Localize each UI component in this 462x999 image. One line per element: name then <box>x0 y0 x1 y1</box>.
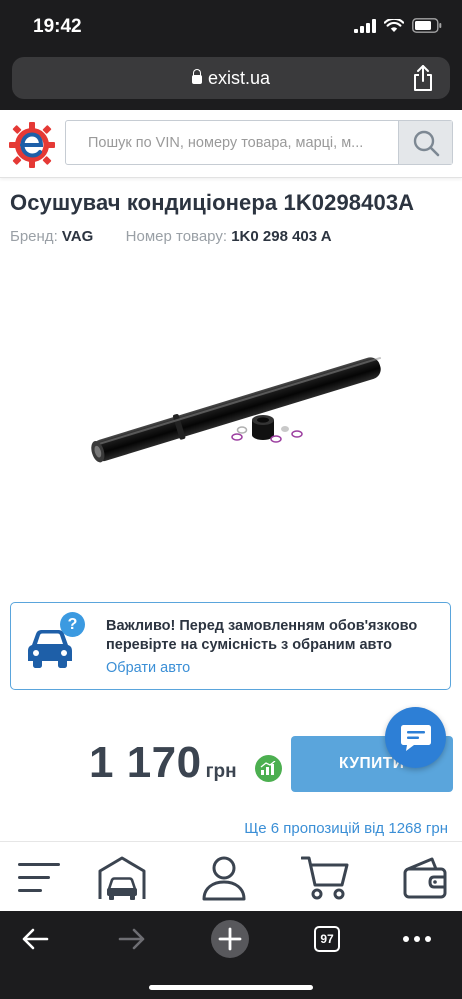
question-icon: ? <box>60 612 85 637</box>
menu-icon[interactable] <box>14 854 64 902</box>
status-icons <box>354 18 442 33</box>
part-number-value: 1K0 298 403 A <box>231 228 332 245</box>
search-box <box>65 120 453 165</box>
battery-icon <box>412 18 442 33</box>
new-tab-icon[interactable] <box>210 919 250 959</box>
forward-icon[interactable] <box>112 919 152 959</box>
status-time: 19:42 <box>33 16 82 37</box>
notice-text: Важливо! Перед замовленням обов'язково п… <box>106 618 418 653</box>
search-icon <box>413 130 439 156</box>
browser-top-bar: 19:42 exist.ua <box>0 0 462 110</box>
product-image[interactable] <box>80 345 390 465</box>
more-offers-link[interactable]: Ще 6 пропозицій від 1268 грн <box>244 820 448 837</box>
compatibility-notice: ? Важливо! Перед замовленням обов'язково… <box>10 602 451 690</box>
exist-logo-icon[interactable] <box>8 121 56 169</box>
tabs-icon[interactable]: 97 <box>307 919 347 959</box>
site-bottom-nav <box>0 841 462 911</box>
lock-icon <box>191 69 202 84</box>
brand-label: Бренд: <box>10 228 58 245</box>
product-title: Осушувач кондиціонера 1K0298403A <box>10 190 415 215</box>
search-input[interactable] <box>66 121 398 164</box>
tabs-count: 97 <box>314 926 340 952</box>
garage-icon[interactable] <box>97 854 147 902</box>
part-number-label: Номер товару: <box>125 228 228 245</box>
wifi-icon <box>384 18 404 32</box>
more-icon[interactable] <box>397 919 437 959</box>
back-icon[interactable] <box>15 919 55 959</box>
wallet-icon[interactable] <box>400 854 450 902</box>
select-car-link[interactable]: Обрати авто <box>106 660 190 676</box>
cart-icon[interactable] <box>300 854 350 902</box>
address-bar[interactable]: exist.ua <box>12 57 450 99</box>
home-indicator <box>149 985 313 990</box>
brand-value[interactable]: VAG <box>62 228 93 245</box>
price-amount: 1 170 <box>89 738 202 787</box>
user-icon[interactable] <box>199 854 249 902</box>
price-currency: грн <box>205 761 237 782</box>
chat-button[interactable] <box>385 707 446 768</box>
price: 1 170 грн <box>89 738 237 788</box>
o-ring-parts <box>231 415 303 443</box>
share-icon[interactable] <box>410 64 436 92</box>
price-trend-icon[interactable] <box>255 755 282 782</box>
chat-icon <box>400 724 431 751</box>
product-meta: Бренд: VAG Номер товару: 1K0 298 403 A <box>10 228 332 245</box>
search-button[interactable] <box>398 121 452 164</box>
url-text: exist.ua <box>207 68 271 88</box>
site-header <box>0 110 462 178</box>
signal-icon <box>354 18 376 33</box>
